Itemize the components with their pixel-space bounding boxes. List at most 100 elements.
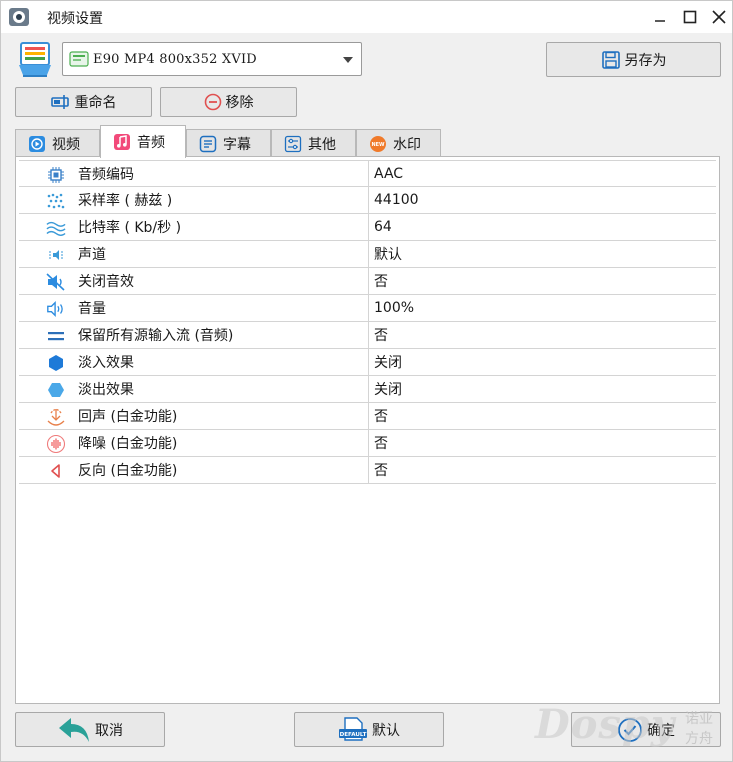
property-name-cell: 音频编码 (19, 161, 369, 186)
play-circle-icon (28, 135, 46, 153)
noise-icon (46, 434, 66, 454)
default-button[interactable]: DEFAULT 默认 (294, 712, 444, 747)
property-label: 音频编码 (78, 166, 134, 183)
property-value[interactable]: 关闭 (369, 352, 402, 372)
tab-other[interactable]: 其他 (271, 129, 356, 157)
property-value[interactable]: 默认 (369, 244, 402, 264)
property-label: 反向 (白金功能) (78, 463, 178, 479)
svg-text:NEW: NEW (371, 142, 385, 148)
tab-subtitle[interactable]: 字幕 (186, 129, 271, 157)
rename-icon (50, 94, 71, 110)
save-as-button[interactable]: 另存为 (546, 42, 721, 77)
property-row-denoise[interactable]: 降噪 (白金功能) 否 (19, 430, 716, 457)
property-label: 保留所有源输入流 (音频) (78, 328, 234, 344)
tab-other-label: 其他 (308, 136, 336, 153)
remove-button[interactable]: 移除 (160, 87, 297, 117)
reverse-icon (46, 461, 66, 481)
property-value[interactable]: 否 (369, 460, 388, 480)
minus-circle-icon (204, 93, 222, 111)
property-label: 降噪 (白金功能) (78, 436, 178, 452)
new-badge-icon: NEW (369, 135, 387, 153)
floppy-disk-icon (601, 50, 621, 70)
tab-video[interactable]: 视频 (15, 129, 100, 157)
echo-icon (46, 407, 66, 427)
property-label: 关闭音效 (78, 274, 134, 290)
property-name-cell: 淡入效果 (19, 349, 369, 375)
property-row-mute[interactable]: 关闭音效 否 (19, 268, 716, 295)
chevron-down-icon (343, 57, 353, 63)
property-label: 回声 (白金功能) (78, 409, 178, 425)
rename-button[interactable]: 重命名 (15, 87, 152, 117)
waves-icon (46, 218, 66, 238)
property-name-cell: 降噪 (白金功能) (19, 430, 369, 456)
cancel-label: 取消 (95, 722, 123, 739)
property-label: 声道 (78, 247, 106, 263)
property-label: 比特率 ( Kb/秒 ) (78, 220, 182, 236)
property-name-cell: 比特率 ( Kb/秒 ) (19, 214, 369, 240)
save-as-label: 另存为 (624, 52, 667, 69)
property-name-cell: 保留所有源输入流 (音频) (19, 322, 369, 348)
property-name-cell: 音量 (19, 295, 369, 321)
close-icon (712, 10, 726, 24)
property-row-keep-streams[interactable]: 保留所有源输入流 (音频) 否 (19, 322, 716, 349)
default-label: 默认 (372, 722, 400, 739)
property-row-reverse[interactable]: 反向 (白金功能) 否 (19, 457, 716, 484)
minimize-button[interactable] (646, 1, 674, 33)
volume-icon (46, 299, 66, 319)
audio-properties-panel: 音频编码 AAC 采样率 ( 赫兹 ) 44100 比特率 (Kb/秒) 6… (15, 156, 720, 704)
maximize-button[interactable] (676, 1, 704, 33)
tab-subtitle-label: 字幕 (223, 136, 251, 153)
hexagon-dark-icon (46, 353, 66, 373)
property-row-fade-in[interactable]: 淡入效果 关闭 (19, 349, 716, 376)
property-row-sample-rate[interactable]: 采样率 ( 赫兹 ) 44100 (19, 187, 716, 214)
property-row-volume[interactable]: 音量 100% (19, 295, 716, 322)
remove-label: 移除 (225, 95, 254, 111)
sample-dots-icon (46, 191, 66, 211)
tab-audio[interactable]: 音频 (100, 125, 186, 158)
property-value[interactable]: AAC (369, 166, 403, 182)
hexagon-light-icon (46, 380, 66, 400)
property-row-fade-out[interactable]: 淡出效果 关闭 (19, 376, 716, 403)
property-value[interactable]: 否 (369, 325, 388, 345)
property-name-cell: 回声 (白金功能) (19, 403, 369, 429)
chip-icon (46, 165, 66, 185)
property-row-audio-codec[interactable]: 音频编码 AAC (19, 160, 716, 187)
cancel-button[interactable]: 取消 (15, 712, 165, 747)
subtitle-icon (199, 135, 217, 153)
undo-arrow-icon (57, 716, 91, 744)
property-value[interactable]: 关闭 (369, 379, 402, 399)
video-settings-window: 视频设置 E90 MP4 800x352 XVID 另存为 重命名 移除 视频 … (0, 0, 733, 762)
property-name-cell: 声道 (19, 241, 369, 267)
default-badge-text: DEFAULT (340, 732, 367, 738)
tab-audio-label: 音频 (137, 135, 165, 151)
title-bar: 视频设置 (1, 1, 732, 33)
property-row-bitrate[interactable]: 比特率 ( Kb/秒 ) 64 (19, 214, 716, 241)
property-value[interactable]: 64 (369, 219, 392, 235)
property-row-channel[interactable]: 声道 默认 (19, 241, 716, 268)
property-value[interactable]: 否 (369, 406, 388, 426)
property-value[interactable]: 44100 (369, 192, 419, 208)
profile-list-icon (19, 42, 51, 77)
property-name-cell: 淡出效果 (19, 376, 369, 402)
tab-watermark[interactable]: NEW 水印 (356, 129, 441, 157)
tab-watermark-label: 水印 (393, 136, 421, 153)
maximize-icon (683, 10, 697, 24)
property-name-cell: 反向 (白金功能) (19, 457, 369, 483)
property-name-cell: 关闭音效 (19, 268, 369, 294)
property-label: 采样率 ( 赫兹 ) (78, 193, 173, 209)
equals-icon (46, 326, 66, 346)
settings-tabs: 视频 音频 字幕 其他 NEW 水印 (15, 125, 719, 158)
rename-label: 重命名 (74, 95, 117, 111)
profile-value: E90 MP4 800x352 XVID (93, 51, 257, 67)
property-value[interactable]: 100% (369, 300, 414, 316)
profile-dropdown[interactable]: E90 MP4 800x352 XVID (62, 42, 362, 76)
default-document-icon: DEFAULT (338, 716, 368, 744)
close-button[interactable] (705, 1, 733, 33)
property-value[interactable]: 否 (369, 271, 388, 291)
property-row-echo[interactable]: 回声 (白金功能) 否 (19, 403, 716, 430)
property-label: 淡出效果 (78, 382, 134, 398)
property-value[interactable]: 否 (369, 433, 388, 453)
property-name-cell: 采样率 ( 赫兹 ) (19, 187, 369, 213)
window-title: 视频设置 (47, 11, 103, 27)
music-note-icon (113, 133, 131, 151)
